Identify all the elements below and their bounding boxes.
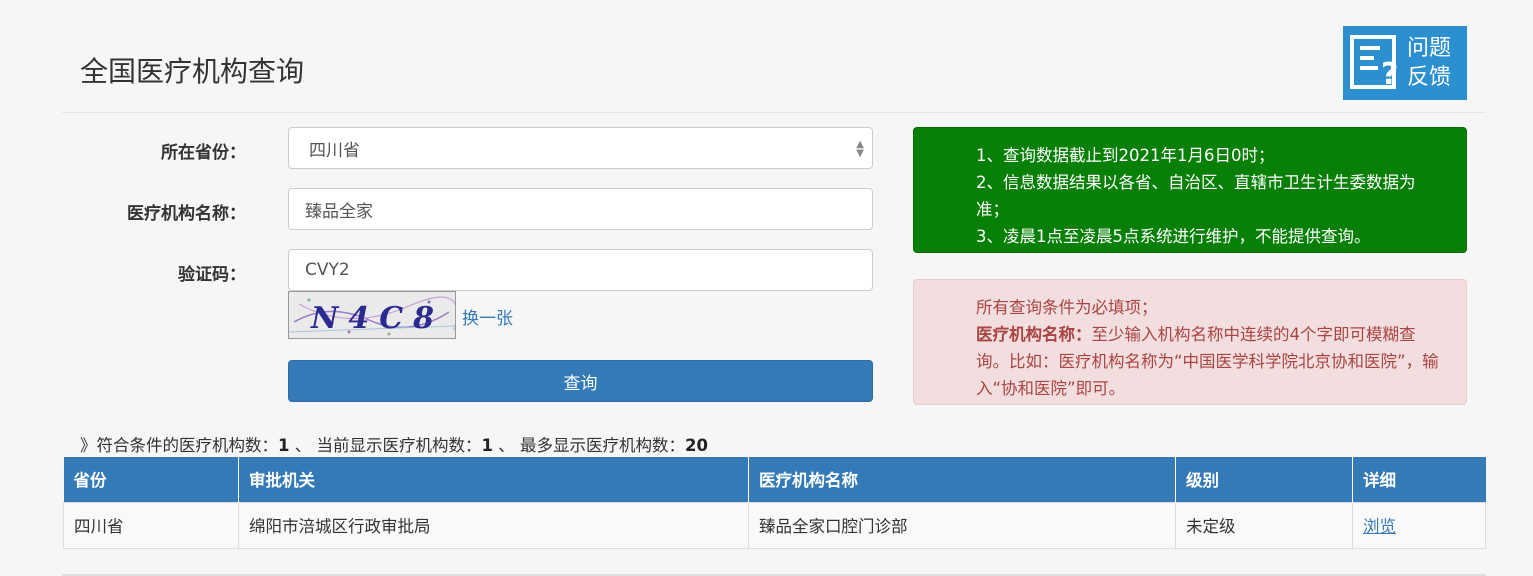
institution-name-value: 臻品全家 [305, 201, 373, 222]
table-header-row: 省份 审批机关 医疗机构名称 级别 详细 [63, 457, 1486, 502]
summary-sep-1: 、 当前显示医疗机构数： [289, 436, 482, 455]
feedback-icon: ? [1350, 35, 1398, 92]
shown-count: 1 [481, 436, 493, 455]
rules-notice-line-1: 所有查询条件为必填项； [976, 298, 1158, 317]
column-header-province: 省份 [63, 457, 239, 502]
info-notice-line-3: 3、凌晨1点至凌晨5点系统进行维护，不能提供查询。 [976, 227, 1371, 246]
cell-level: 未定级 [1175, 501, 1353, 549]
select-arrows-icon: ▲ ▼ [856, 139, 864, 159]
column-header-institution-name: 医疗机构名称 [748, 457, 1176, 502]
captcha-image[interactable]: N4C8 [288, 291, 458, 339]
cell-institution-name: 臻品全家口腔门诊部 [748, 501, 1176, 549]
province-select[interactable]: 四川省 ▲ ▼ [288, 127, 873, 169]
info-notice: 1、查询数据截止到2021年1月6日0时； 2、信息数据结果以各省、自治区、直辖… [913, 127, 1467, 253]
institution-name-input[interactable]: 臻品全家 [288, 188, 873, 230]
detail-link[interactable]: 浏览 [1363, 517, 1396, 536]
rules-notice: 所有查询条件为必填项； 医疗机构名称：至少输入机构名称中连续的4个字即可模糊查询… [913, 279, 1467, 405]
header-divider [62, 112, 1486, 113]
column-header-detail: 详细 [1352, 457, 1486, 502]
page-title: 全国医疗机构查询 [80, 55, 305, 88]
cell-detail: 浏览 [1352, 501, 1486, 549]
table-row: 四川省 绵阳市涪城区行政审批局 臻品全家口腔门诊部 未定级 浏览 [63, 501, 1486, 549]
results-table: 省份 审批机关 医疗机构名称 级别 详细 四川省 绵阳市涪城区行政审批局 臻品全… [63, 457, 1486, 549]
feedback-button[interactable]: ? 问题反馈 [1343, 26, 1467, 100]
captcha-image-text: N4C8 [310, 301, 444, 336]
summary-prefix: 》符合条件的医疗机构数： [80, 436, 278, 455]
captcha-input[interactable]: CVY2 [288, 249, 873, 291]
captcha-graphic: N4C8 [288, 292, 458, 338]
institution-name-label: 医疗机构名称： [127, 204, 246, 224]
cell-authority: 绵阳市涪城区行政审批局 [238, 501, 749, 549]
feedback-label: 问题反馈 [1407, 36, 1452, 90]
info-notice-line-2: 2、信息数据结果以各省、自治区、直辖市卫生计生委数据为准； [976, 173, 1416, 219]
captcha-label: 验证码： [178, 265, 246, 285]
query-button[interactable]: 查询 [288, 360, 873, 402]
province-label: 所在省份： [161, 143, 246, 163]
refresh-captcha-link[interactable]: 换一张 [462, 304, 513, 329]
column-header-level: 级别 [1175, 457, 1353, 502]
max-count: 20 [684, 436, 708, 455]
rules-notice-bold-label: 医疗机构名称： [976, 325, 1092, 344]
rules-notice-body: 医疗机构名称：至少输入机构名称中连续的4个字即可模糊查询。比如：医疗机构名称为“… [976, 321, 1446, 402]
cell-province: 四川省 [63, 501, 239, 549]
captcha-input-value: CVY2 [305, 260, 350, 280]
column-header-authority: 审批机关 [238, 457, 749, 502]
province-select-value: 四川省 [309, 140, 360, 161]
summary-sep-2: 、 最多显示医疗机构数： [492, 436, 685, 455]
svg-text:?: ? [1381, 57, 1398, 92]
results-summary: 》符合条件的医疗机构数：1 、 当前显示医疗机构数：1 、 最多显示医疗机构数：… [80, 432, 708, 456]
matched-count: 1 [278, 436, 290, 455]
info-notice-line-1: 1、查询数据截止到2021年1月6日0时； [976, 146, 1275, 165]
